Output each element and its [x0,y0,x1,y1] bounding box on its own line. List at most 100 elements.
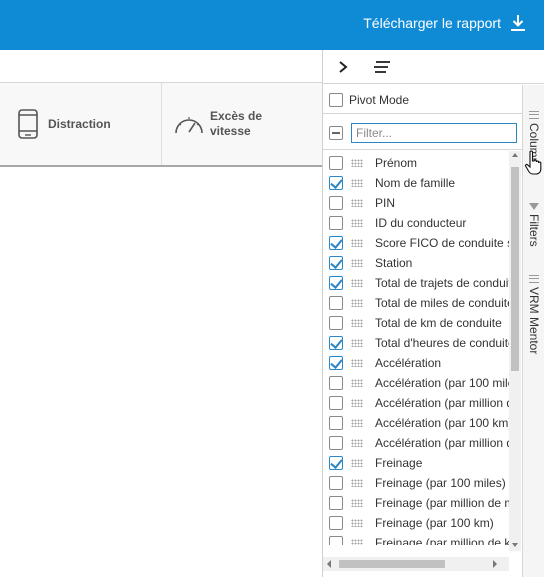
column-label: Total de miles de conduite [375,296,509,310]
drag-handle-icon[interactable] [351,199,363,207]
column-header-distraction[interactable]: Distraction [0,83,162,165]
column-list-item[interactable]: PIN [329,193,509,213]
column-label: Freinage (par 100 km) [375,516,494,530]
top-bar: Télécharger le rapport [0,0,544,50]
drag-handle-icon[interactable] [351,459,363,467]
column-checkbox[interactable] [329,176,343,190]
scroll-left-arrow-icon[interactable] [327,560,331,568]
pivot-mode-label: Pivot Mode [349,93,410,107]
column-list-item[interactable]: Total d'heures de conduite [329,333,509,353]
column-checkbox[interactable] [329,396,343,410]
drag-handle-icon[interactable] [351,159,363,167]
column-list-item[interactable]: Station [329,253,509,273]
download-report-button[interactable]: Télécharger le rapport [363,11,526,35]
column-checkbox[interactable] [329,276,343,290]
horizontal-scrollbar[interactable] [323,557,509,571]
select-all-checkbox[interactable] [329,126,343,140]
drag-handle-icon[interactable] [351,379,363,387]
column-checkbox[interactable] [329,316,343,330]
scroll-thumb[interactable] [339,560,445,568]
chevron-right-icon[interactable] [336,58,350,76]
drag-handle-icon[interactable] [351,399,363,407]
drag-handle-icon[interactable] [351,499,363,507]
column-checkbox[interactable] [329,216,343,230]
tab-filters[interactable]: Filters [523,203,544,247]
column-label: Accélération (par 100 mile [375,376,509,390]
mentor-grip-icon [529,275,539,283]
column-list-item[interactable]: Total de km de conduite [329,313,509,333]
column-label: Prénom [375,156,418,170]
column-list-item[interactable]: Accélération (par 100 km) [329,413,509,433]
column-list-item[interactable]: Accélération (par 100 mile [329,373,509,393]
column-checkbox[interactable] [329,196,343,210]
drag-handle-icon[interactable] [351,519,363,527]
scroll-thumb[interactable] [511,167,519,371]
drag-handle-icon[interactable] [351,359,363,367]
vertical-scrollbar[interactable] [509,151,521,551]
column-header-label: Distraction [48,116,111,131]
column-checkbox[interactable] [329,516,343,530]
column-header-speeding[interactable]: Excès de vitesse [162,83,322,165]
column-list-item[interactable]: Freinage (par million de m [329,493,509,513]
drag-handle-icon[interactable] [351,279,363,287]
column-checkbox[interactable] [329,416,343,430]
drag-handle-icon[interactable] [351,339,363,347]
column-checkbox[interactable] [329,476,343,490]
column-checkbox[interactable] [329,256,343,270]
column-checkbox[interactable] [329,296,343,310]
pivot-mode-toggle[interactable]: Pivot Mode [329,93,409,107]
column-list-item[interactable]: Nom de famille [329,173,509,193]
filter-input[interactable] [351,123,517,143]
drag-handle-icon[interactable] [351,179,363,187]
column-list-item[interactable]: Freinage (par million de kr [329,533,509,545]
columns-grip-icon [529,111,539,119]
column-label: Freinage (par million de m [375,496,509,510]
column-list-item[interactable]: Accélération [329,353,509,373]
column-list-item[interactable]: ID du conducteur [329,213,509,233]
column-list-item[interactable]: Total de trajets de conduit [329,273,509,293]
hand-pointer-cursor-icon [524,150,542,175]
column-list-item[interactable]: Accélération (par million d [329,393,509,413]
column-checkbox[interactable] [329,496,343,510]
drag-handle-icon[interactable] [351,239,363,247]
scroll-right-arrow-icon[interactable] [493,560,497,568]
scroll-up-arrow-icon[interactable] [512,153,518,157]
drag-handle-icon[interactable] [351,299,363,307]
tool-panel-sidebar: Pivot Mode Prénom Nom de famille PIN ID du … [322,50,544,577]
column-label: Total de trajets de conduit [375,276,509,290]
download-report-label: Télécharger le rapport [363,15,501,31]
column-label: Accélération (par million d [375,436,509,450]
column-label: Score FICO de conduite sé [375,236,509,250]
column-checkbox[interactable] [329,536,343,545]
column-list-item[interactable]: Freinage (par 100 km) [329,513,509,533]
column-list-item[interactable]: Freinage [329,453,509,473]
column-label: Freinage (par 100 miles) [375,476,506,490]
tab-vrm-mentor[interactable]: VRM Mentor [523,275,544,354]
column-list-item[interactable]: Score FICO de conduite sé [329,233,509,253]
sort-lines-icon[interactable] [373,60,391,74]
drag-handle-icon[interactable] [351,259,363,267]
tab-vrm-mentor-label: VRM Mentor [527,287,541,355]
drag-handle-icon[interactable] [351,419,363,427]
pivot-mode-checkbox[interactable] [329,93,343,107]
tab-filters-label: Filters [527,214,541,247]
drag-handle-icon[interactable] [351,539,363,545]
column-checkbox[interactable] [329,336,343,350]
drag-handle-icon[interactable] [351,439,363,447]
drag-handle-icon[interactable] [351,219,363,227]
column-list-item[interactable]: Total de miles de conduite [329,293,509,313]
column-label: Freinage (par million de kr [375,536,509,545]
scroll-down-arrow-icon[interactable] [512,543,518,547]
column-checkbox[interactable] [329,436,343,450]
column-checkbox[interactable] [329,356,343,370]
drag-handle-icon[interactable] [351,479,363,487]
column-checkbox[interactable] [329,456,343,470]
columns-tool-panel: Pivot Mode Prénom Nom de famille PIN ID du … [323,85,522,577]
column-list-item[interactable]: Prénom [329,153,509,173]
column-checkbox[interactable] [329,156,343,170]
drag-handle-icon[interactable] [351,319,363,327]
column-checkbox[interactable] [329,236,343,250]
column-list-item[interactable]: Accélération (par million d [329,433,509,453]
column-checkbox[interactable] [329,376,343,390]
column-list-item[interactable]: Freinage (par 100 miles) [329,473,509,493]
